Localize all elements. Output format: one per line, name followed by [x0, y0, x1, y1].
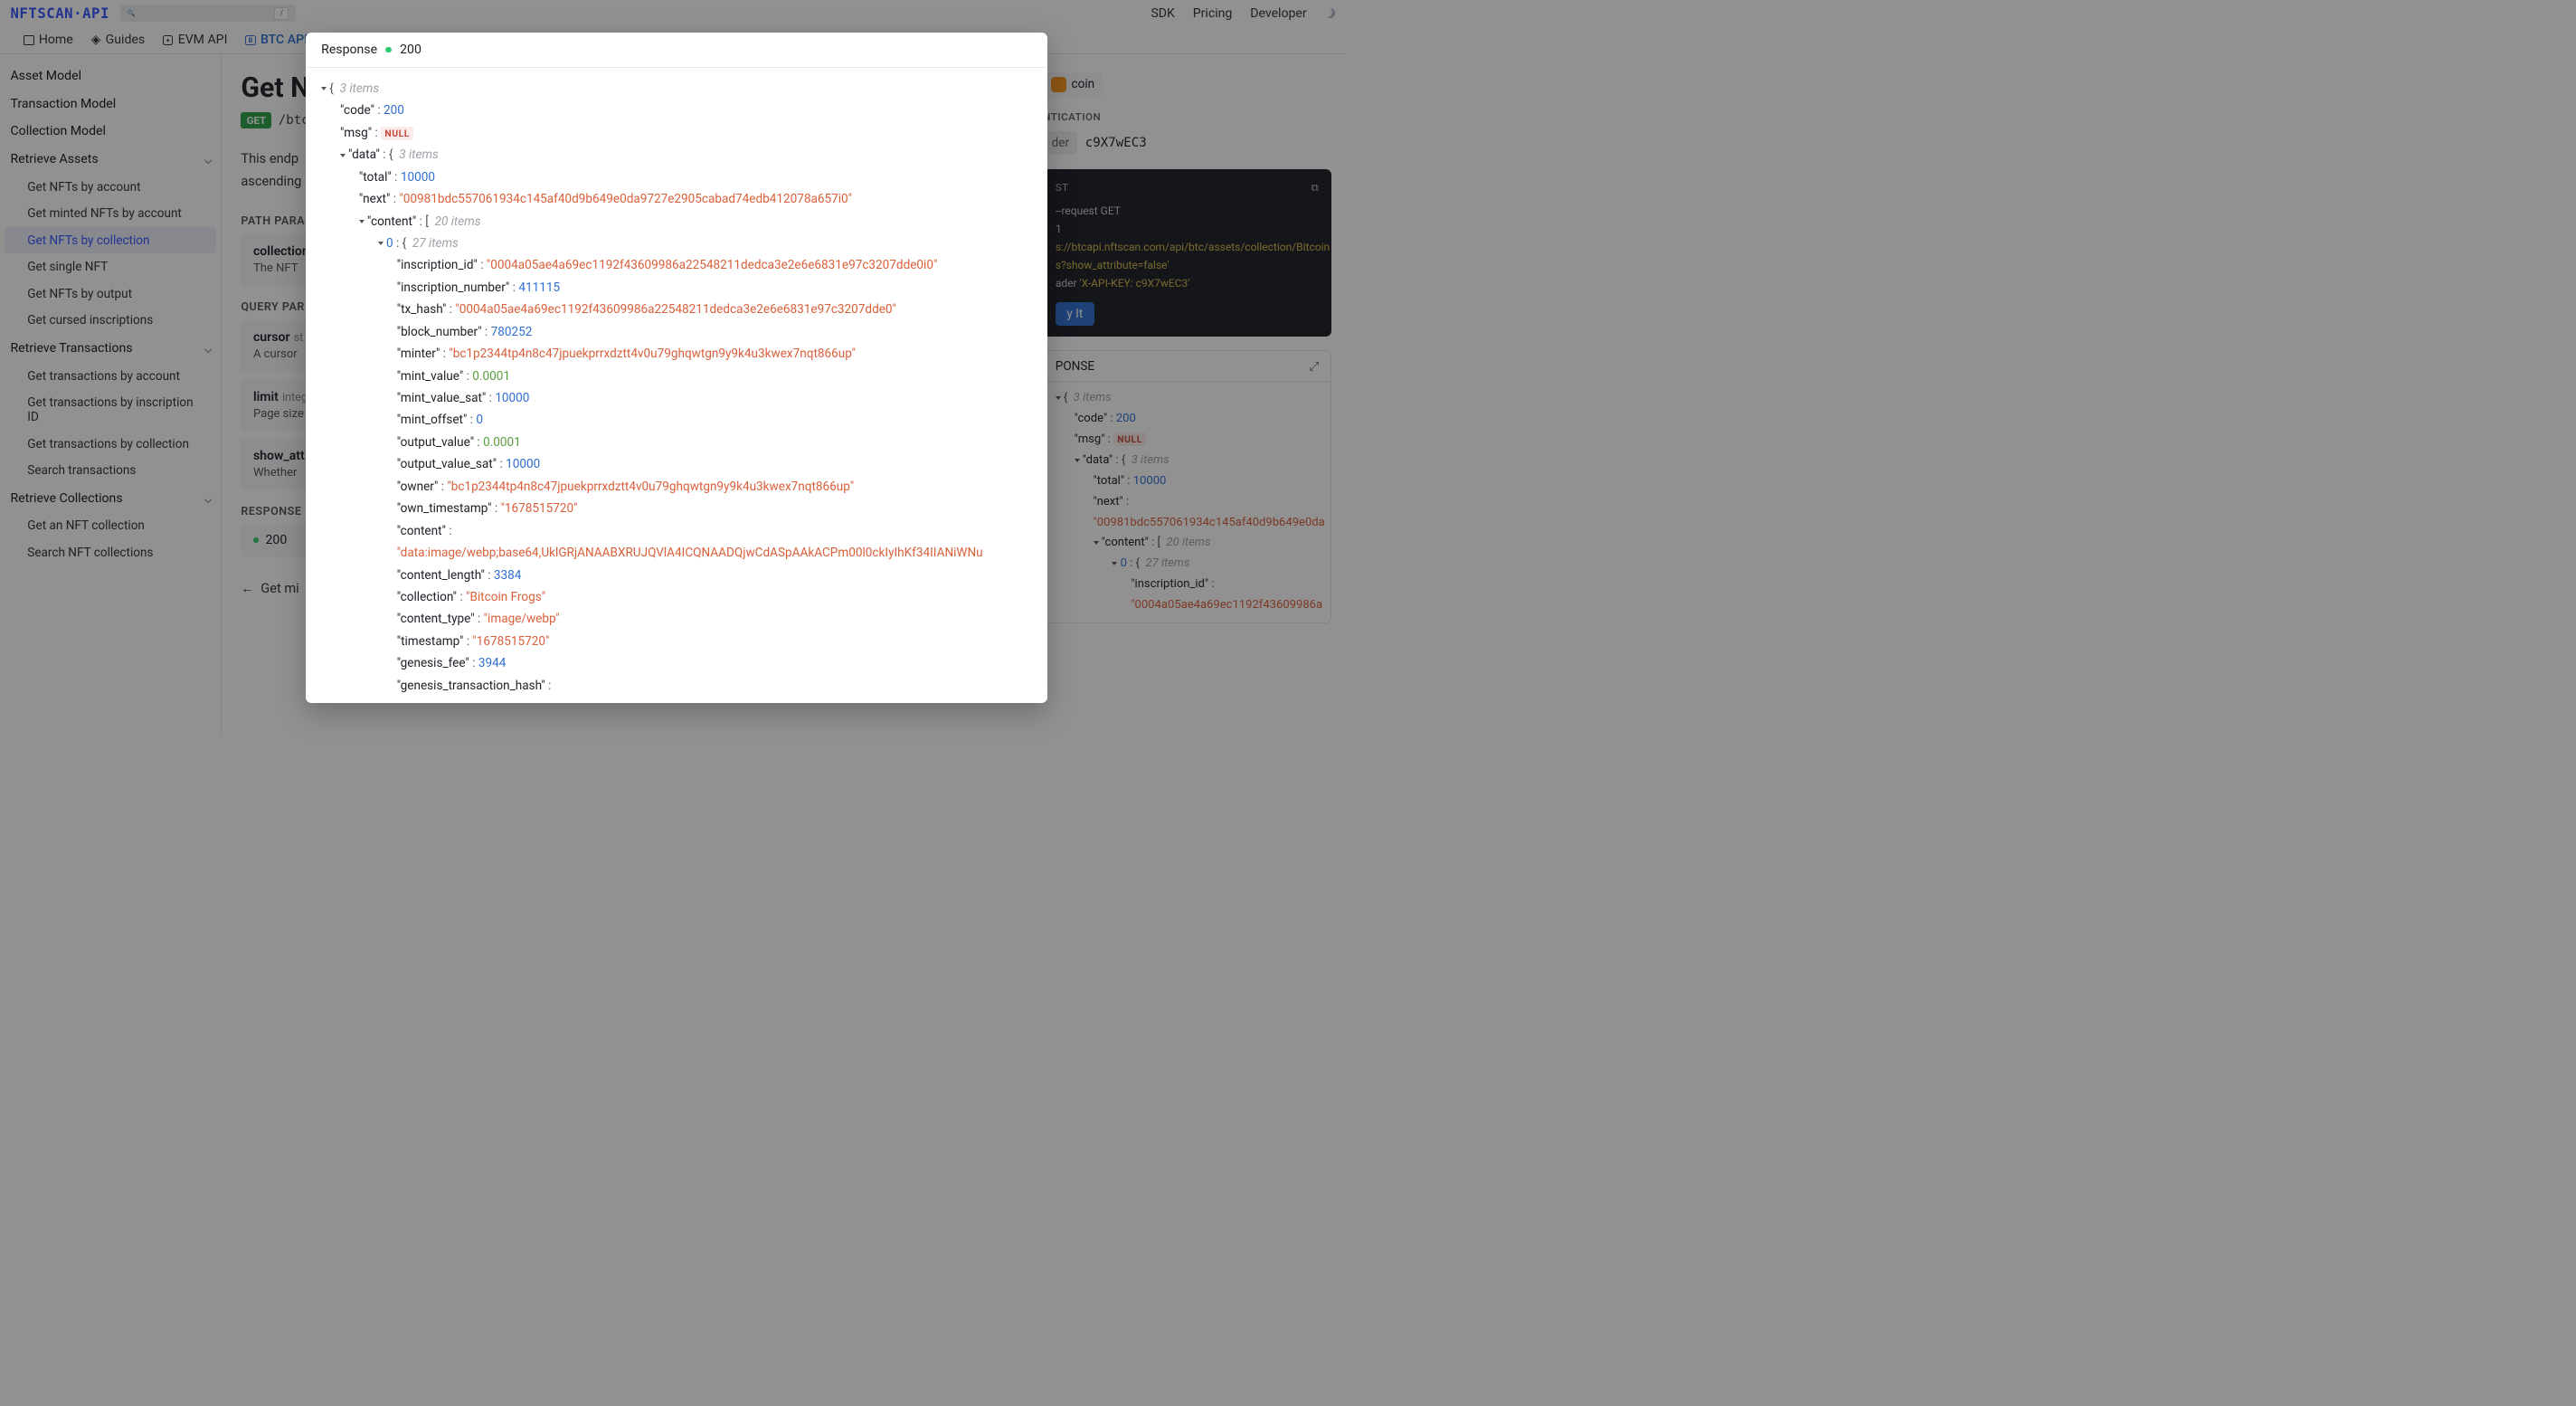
- modal-header: Response 200: [306, 33, 1047, 69]
- response-json-viewer[interactable]: { 3 items "code" : 200 "msg" : NULL "dat…: [306, 68, 1047, 703]
- response-modal: Response 200 { 3 items "code" : 200 "msg…: [306, 33, 1047, 704]
- modal-title: Response: [321, 43, 377, 57]
- modal-status-code: 200: [400, 43, 421, 57]
- status-dot-icon: [385, 47, 391, 52]
